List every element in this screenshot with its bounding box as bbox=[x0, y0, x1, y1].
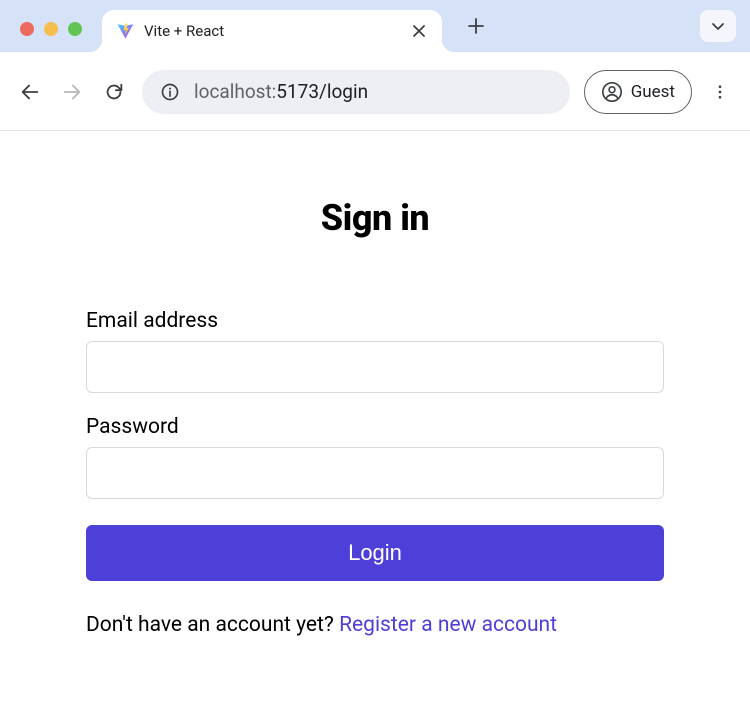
profile-chip[interactable]: Guest bbox=[584, 70, 692, 114]
arrow-right-icon bbox=[61, 81, 83, 103]
info-icon bbox=[160, 82, 180, 102]
password-group: Password bbox=[86, 415, 664, 499]
profile-label: Guest bbox=[631, 82, 675, 102]
password-field[interactable] bbox=[86, 447, 664, 499]
browser-menu-button[interactable] bbox=[706, 78, 734, 106]
user-circle-icon bbox=[601, 81, 623, 103]
chevron-down-icon bbox=[711, 19, 725, 33]
email-field[interactable] bbox=[86, 341, 664, 393]
kebab-icon bbox=[711, 83, 729, 101]
plus-icon bbox=[468, 18, 484, 34]
window-minimize-button[interactable] bbox=[44, 22, 58, 36]
email-label: Email address bbox=[86, 309, 664, 333]
register-prompt: Don't have an account yet? bbox=[86, 613, 339, 637]
page-title: Sign in bbox=[86, 197, 664, 239]
window-maximize-button[interactable] bbox=[68, 22, 82, 36]
close-icon bbox=[412, 24, 426, 38]
vite-favicon-icon bbox=[116, 22, 134, 40]
login-button[interactable]: Login bbox=[86, 525, 664, 581]
tab-title: Vite + React bbox=[144, 22, 400, 40]
register-link[interactable]: Register a new account bbox=[339, 613, 557, 637]
browser-toolbar: localhost:5173/login Guest bbox=[0, 52, 750, 131]
email-group: Email address bbox=[86, 309, 664, 393]
site-info-button[interactable] bbox=[160, 82, 180, 102]
url-path: 5173/login bbox=[276, 80, 368, 103]
browser-tab[interactable]: Vite + React bbox=[102, 10, 442, 52]
nav-back-button[interactable] bbox=[16, 78, 44, 106]
nav-reload-button[interactable] bbox=[100, 78, 128, 106]
tab-close-button[interactable] bbox=[410, 22, 428, 40]
new-tab-button[interactable] bbox=[462, 12, 490, 40]
url-host: localhost: bbox=[194, 80, 276, 103]
page-content: Sign in Email address Password Login Don… bbox=[0, 131, 750, 637]
register-row: Don't have an account yet? Register a ne… bbox=[86, 613, 664, 637]
window-close-button[interactable] bbox=[20, 22, 34, 36]
nav-forward-button[interactable] bbox=[58, 78, 86, 106]
tab-strip: Vite + React bbox=[0, 0, 750, 52]
window-dropdown-button[interactable] bbox=[700, 10, 736, 42]
reload-icon bbox=[103, 81, 125, 103]
password-label: Password bbox=[86, 415, 664, 439]
url-text: localhost:5173/login bbox=[194, 80, 368, 103]
browser-chrome: Vite + React localhost:5173/login bbox=[0, 0, 750, 131]
address-bar[interactable]: localhost:5173/login bbox=[142, 70, 570, 114]
window-controls bbox=[0, 22, 102, 52]
arrow-left-icon bbox=[19, 81, 41, 103]
